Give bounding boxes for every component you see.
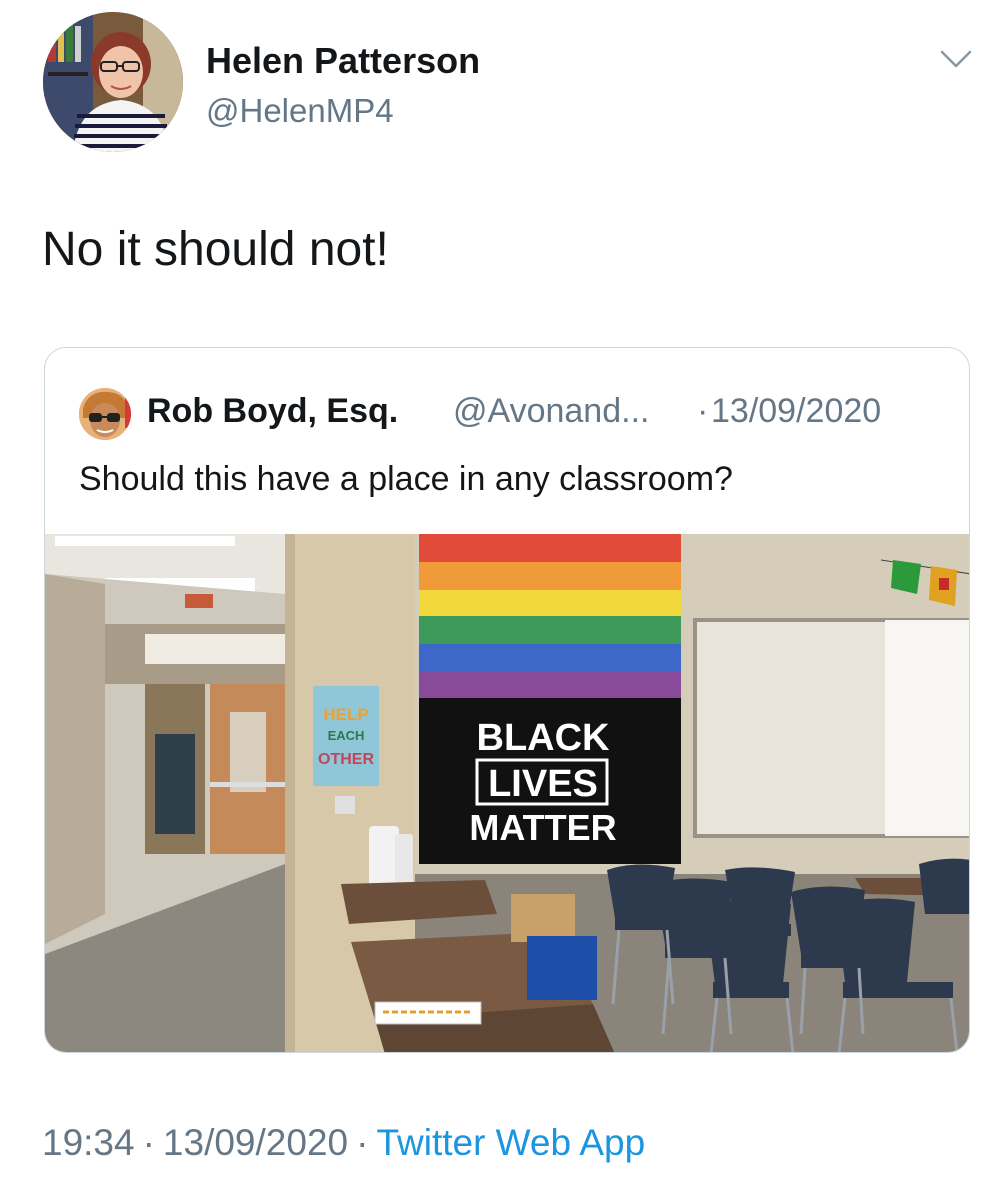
quoted-separator: · — [697, 392, 709, 430]
more-options-chevron-icon[interactable] — [936, 44, 976, 74]
poster-line3: OTHER — [318, 751, 374, 768]
classroom-photo[interactable]: HELP EACH OTHER BLACK LIVES MATTER — [45, 534, 970, 1053]
poster-line2: EACH — [328, 728, 365, 743]
quoted-author-avatar[interactable] — [79, 388, 131, 440]
quoted-author-name[interactable]: Rob Boyd, Esq. — [147, 392, 398, 431]
profile-photo-icon — [43, 12, 183, 152]
quoted-tweet-card[interactable]: Rob Boyd, Esq. @Avonand... · 13/09/2020 … — [44, 347, 970, 1053]
footer-separator-1: · — [142, 1122, 155, 1163]
blm-flag-line2: LIVES — [488, 763, 598, 805]
tweet-footer: 19:34 · 13/09/2020 · Twitter Web App — [42, 1122, 645, 1164]
quoted-tweet-date[interactable]: 13/09/2020 — [711, 392, 881, 431]
tweet-time[interactable]: 19:34 — [42, 1122, 135, 1163]
author-avatar[interactable] — [43, 12, 183, 152]
blm-flag-line1: BLACK — [477, 717, 611, 759]
quoted-tweet-text: Should this have a place in any classroo… — [79, 460, 733, 498]
author-handle[interactable]: @HelenMP4 — [206, 92, 394, 130]
tweet-date[interactable]: 13/09/2020 — [163, 1122, 348, 1163]
rainbow-flag — [419, 534, 681, 698]
author-name[interactable]: Helen Patterson — [206, 40, 480, 82]
cartoon-avatar-icon — [79, 388, 131, 440]
poster-line1: HELP — [323, 705, 368, 724]
footer-separator-2: · — [356, 1122, 369, 1163]
quoted-author-handle[interactable]: @Avonand... — [453, 392, 649, 431]
tweet-text: No it should not! — [42, 223, 389, 276]
blm-flag-line3: MATTER — [469, 807, 616, 848]
tweet-source-link[interactable]: Twitter Web App — [376, 1122, 645, 1163]
